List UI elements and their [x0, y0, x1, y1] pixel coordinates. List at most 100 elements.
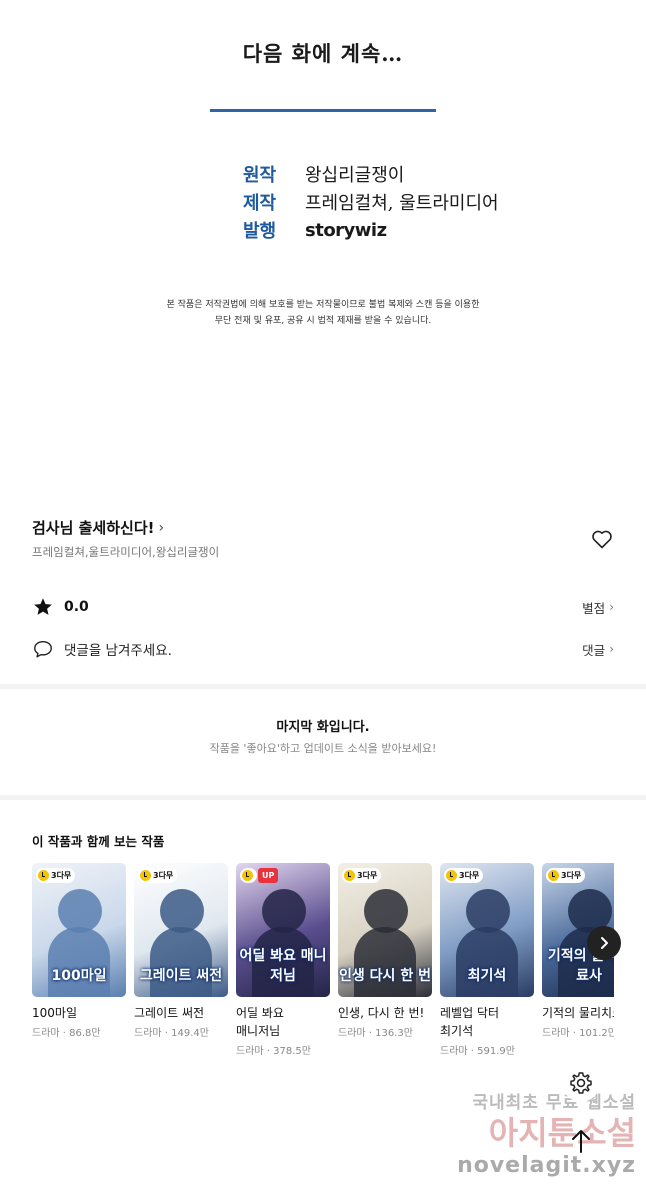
cover-thumbnail: 3다무최기석 — [440, 863, 534, 997]
meta-separator: · — [569, 1028, 580, 1039]
recommendation-meta: 드라마 · 378.5만 — [236, 1042, 330, 1057]
comment-icon — [34, 640, 52, 658]
to-be-continued-title: 다음 화에 계속… — [242, 41, 404, 66]
credit-label: 제작 — [243, 193, 277, 214]
rating-link[interactable]: 별점 › — [582, 598, 614, 617]
wait-free-badge: 3다무 — [138, 868, 178, 883]
wait-free-badge: 3다무 — [444, 868, 484, 883]
settings-icon — [570, 1072, 592, 1094]
recommendation-genre: 드라마 — [134, 1028, 162, 1039]
series-info-card: 검사님 출세하신다! › 프레임컬쳐,울트라미디어,왕십리글쟁이 0.0 별점 … — [0, 497, 646, 684]
wait-free-badge: 3다무 — [546, 868, 586, 883]
series-title-link[interactable]: 검사님 출세하신다! › — [32, 517, 164, 538]
arrow-up-icon — [572, 1130, 590, 1153]
scroll-to-top-button[interactable] — [562, 1122, 600, 1160]
recommendation-meta: 드라마 · 136.3만 — [338, 1024, 432, 1039]
rating-row: 0.0 별점 › — [32, 595, 614, 619]
cover-thumbnail: 3다무 100마일 — [32, 863, 126, 997]
recommendation-title: 100마일 — [32, 1006, 77, 1020]
recommendation-card[interactable]: 3다무 100마일 100마일드라마 · 86.8만 — [32, 863, 126, 1063]
recommendation-meta: 드라마 · 591.9만 — [440, 1042, 534, 1057]
comment-placeholder: 댓글을 남겨주세요. — [64, 643, 172, 659]
recommendation-card[interactable]: UP 어딜 봐요 매니저님 어딜 봐요 매니저님 드라마 · 378.5만 — [236, 863, 330, 1063]
badge-label: 3다무 — [51, 871, 72, 880]
recommendation-card[interactable]: 3다무 그레이트 써전 그레이트 써전 드라마 · 149.4만 — [134, 863, 228, 1063]
recommendation-genre: 드라마 — [32, 1028, 60, 1039]
recommendation-genre: 드라마 — [542, 1028, 570, 1039]
recommendations-carousel[interactable]: 3다무 100마일 100마일 드라마 · 86.8만 3다무 그레이트 써전 그레이트 써… — [32, 863, 614, 1063]
recommendation-title: 레벨업 닥터 최기석 — [440, 1006, 500, 1038]
viewer-footer: 검사님 출세하신다! › 프레임컬쳐,울트라미디어,왕십리글쟁이 0.0 별점 … — [0, 497, 646, 1088]
recommendation-card[interactable]: 3다무최기석레벨업 닥터 최기석드라마 · 591.9만 — [440, 863, 534, 1063]
cover-thumbnail: 3다무 인생 다시 한 번 — [338, 863, 432, 997]
star-icon — [34, 598, 52, 615]
recommendation-views: 149.4만 — [171, 1028, 209, 1039]
carousel-next-button[interactable] — [587, 926, 621, 960]
last-episode-subtitle: 작품을 '좋아요'하고 업데이트 소식을 받아보세요! — [209, 742, 437, 755]
badge-label: 3다무 — [561, 871, 582, 880]
recommendation-title: 어딜 봐요 매니저님 — [236, 1006, 284, 1038]
publisher-logo: storywiz — [305, 219, 387, 241]
up-badge: UP — [258, 868, 279, 883]
rating-link-label: 별점 — [582, 600, 606, 616]
recommendation-title: 그레이트 써전 — [134, 1006, 205, 1020]
chevron-right-icon — [601, 937, 608, 949]
credit-row-production: 제작 프레임컬쳐, 울트라미디어 — [243, 188, 499, 216]
recommendation-views: 86.8만 — [69, 1028, 101, 1039]
copyright-line: 본 작품은 저작권법에 의해 보호를 받는 저작물이므로 불법 복제와 스캔 등… — [166, 300, 480, 310]
viewer-settings-button[interactable] — [562, 1064, 600, 1102]
watermark-url: novelagit.xyz — [457, 1153, 636, 1178]
credit-row-original: 원작 왕십리글쟁이 — [243, 160, 499, 188]
recommendation-genre: 드라마 — [338, 1028, 366, 1039]
chevron-right-icon: › — [609, 600, 614, 614]
chevron-right-icon: › — [158, 519, 165, 536]
credits-block: 원작 왕십리글쟁이 제작 프레임컬쳐, 울트라미디어 발행 storywiz — [243, 160, 499, 244]
series-title: 검사님 출세하신다! — [32, 519, 155, 537]
badge-label: 3다무 — [153, 871, 174, 880]
recommendation-genre: 드라마 — [236, 1046, 264, 1057]
comment-row[interactable]: 댓글을 남겨주세요. 댓글 › — [32, 637, 614, 661]
cover-title-art: 어딜 봐요 매니저님 — [239, 948, 327, 984]
cover-figure-body — [150, 927, 212, 997]
clock-icon — [344, 870, 355, 881]
recommendations-heading: 이 작품과 함께 보는 작품 — [32, 834, 165, 849]
site-watermark: 국내최초 무료 웹소설 아지툰소설 novelagit.xyz — [446, 1088, 636, 1178]
credit-label: 발행 — [243, 221, 277, 242]
comment-link[interactable]: 댓글 › — [582, 640, 614, 659]
recommendation-title: 기적의 물리치료사 — [542, 1006, 614, 1020]
heart-icon[interactable] — [590, 527, 614, 551]
recommendation-card[interactable]: 3다무기적의 물리치료사기적의 물리치료사드라마 · 101.2만 — [542, 863, 614, 1063]
watermark-name: 아지툰소설 — [488, 1114, 636, 1152]
copyright-line: 무단 전재 및 유포, 공유 시 법적 제재를 받을 수 있습니다. — [214, 316, 432, 326]
clock-icon — [446, 870, 457, 881]
wait-free-badge — [240, 868, 257, 883]
wait-free-badge: 3다무 — [36, 868, 76, 883]
cover-figure-body — [354, 927, 416, 997]
episode-end-card: 다음 화에 계속… 원작 왕십리글쟁이 제작 프레임컬쳐, 울트라미디어 발행 … — [0, 0, 646, 497]
meta-separator: · — [59, 1028, 70, 1039]
clock-icon — [242, 870, 253, 881]
recommendation-views: 101.2만 — [579, 1028, 614, 1039]
recommendation-meta: 드라마 · 149.4만 — [134, 1024, 228, 1039]
recommendation-card[interactable]: 3다무 인생 다시 한 번인생, 다시 한 번! 드라마 · 136.3만 — [338, 863, 432, 1063]
last-episode-notice: 마지막 화입니다. 작품을 '좋아요'하고 업데이트 소식을 받아보세요! — [0, 689, 646, 795]
rating-value: 0.0 — [64, 599, 89, 615]
cover-title-art: 최기석 — [467, 968, 507, 984]
last-episode-title: 마지막 화입니다. — [276, 720, 370, 735]
clock-icon — [548, 870, 559, 881]
cover-thumbnail: UP 어딜 봐요 매니저님 — [236, 863, 330, 997]
cover-title-art: 100마일 — [51, 968, 107, 984]
recommendation-title: 인생, 다시 한 번! — [338, 1006, 425, 1020]
chevron-right-icon: › — [609, 642, 614, 656]
watermark-tagline: 국내최초 무료 웹소설 — [472, 1093, 636, 1113]
series-authors: 프레임컬쳐,울트라미디어,왕십리글쟁이 — [32, 545, 220, 559]
clock-icon — [38, 870, 49, 881]
meta-separator: · — [365, 1028, 376, 1039]
cover-figure-body — [456, 927, 518, 997]
credit-label: 원작 — [243, 165, 277, 186]
cover-title-art: 그레이트 써전 — [139, 968, 223, 984]
meta-separator: · — [263, 1046, 274, 1057]
copyright-notice: 본 작품은 저작권법에 의해 보호를 받는 저작물이므로 불법 복제와 스캔 등… — [0, 297, 646, 329]
credit-row-publisher: 발행 storywiz — [243, 216, 499, 244]
recommendation-meta: 드라마 · 101.2만 — [542, 1024, 614, 1039]
